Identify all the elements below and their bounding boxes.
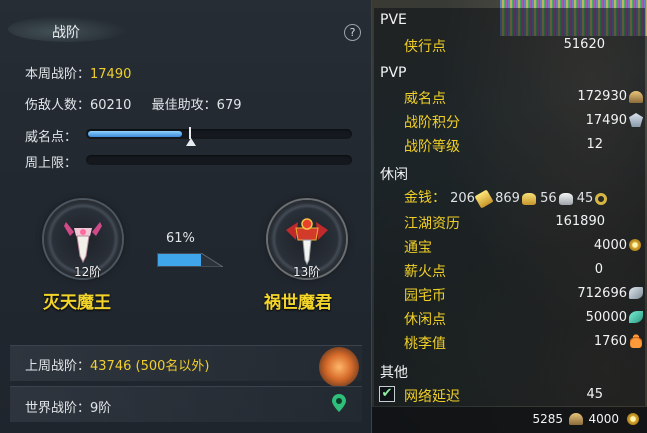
panel-header: 战阶 ? — [0, 0, 372, 48]
next-rank-name: 祸世魔君 — [264, 293, 332, 313]
prestige-bar — [86, 127, 352, 146]
fan-icon — [629, 91, 643, 103]
battle-rank-panel: 战阶 ? 本周战阶：17490 伤敌人数：60210 最佳助攻：679 威名点：… — [0, 0, 372, 433]
prestige-bar-marker — [186, 138, 196, 146]
world-rank-value: 9阶 — [90, 401, 112, 416]
footer-coin-icon — [627, 413, 639, 425]
money-row: 金钱： 206 869 56 45 — [404, 187, 608, 209]
current-rank-name: 灭天魔王 — [43, 293, 111, 313]
help-icon[interactable]: ? — [344, 24, 361, 41]
week-rank-row: 本周战阶：17490 — [25, 63, 131, 82]
pvp-item-label: 战阶等级 — [404, 139, 460, 155]
rank-progress-arrow — [156, 252, 225, 268]
gourd-icon — [630, 334, 642, 348]
world-rank-row: 世界战阶：9阶 — [25, 397, 111, 416]
money-silver: 869 — [495, 191, 520, 206]
panel-title: 战阶 — [52, 25, 80, 41]
pvp-item-label: 战阶积分 — [404, 115, 460, 131]
week-rank-value: 17490 — [90, 67, 132, 82]
feather-icon — [629, 287, 643, 299]
prestige-label: 威名点： — [25, 130, 78, 145]
money-gold: 206 — [450, 191, 475, 206]
last-week-value: 43746 (500名以外) — [90, 359, 210, 374]
weekly-cap-bar — [86, 155, 352, 165]
leisure-item-value: 712696 — [577, 286, 627, 301]
best-assist-label: 最佳助攻： — [151, 98, 217, 113]
world-rank-label: 世界战阶： — [25, 401, 91, 416]
leisure-item-value: 50000 — [585, 310, 627, 325]
pve-header: PVE — [380, 12, 407, 28]
prestige-bar-fill — [88, 131, 182, 137]
other-item-value: 45 — [586, 387, 603, 402]
next-rank-level: 13阶 — [293, 265, 321, 279]
footer-right-value: 4000 — [588, 412, 619, 426]
leisure-item-label: 江湖资历 — [404, 216, 460, 232]
last-week-row: 上周战阶：43746 (500名以外) — [25, 355, 209, 374]
money-copper: 56 — [540, 191, 557, 206]
best-assist-value: 679 — [216, 98, 242, 113]
last-week-label: 上周战阶： — [25, 359, 91, 374]
pvp-item-value: 172930 — [577, 89, 627, 104]
coin-ring-icon — [595, 192, 608, 205]
money-label: 金钱： — [404, 190, 446, 206]
money-coin: 45 — [576, 191, 594, 206]
rank-progress-percent: 61% — [166, 231, 195, 246]
leisure-item-label: 休闲点 — [404, 312, 446, 328]
weekly-cap-label: 周上限： — [25, 156, 78, 171]
leisure-item-value: 1760 — [593, 334, 627, 349]
footer-left-value: 5285 — [532, 412, 563, 426]
stats-row: 伤敌人数：60210 最佳助攻：679 — [25, 94, 242, 113]
silver-ingot-icon — [558, 192, 573, 205]
reward-chest-icon[interactable] — [319, 347, 359, 387]
week-rank-label: 本周战阶： — [25, 67, 91, 82]
rank-progress-bar — [156, 252, 225, 268]
gold-ingot-icon — [521, 192, 536, 205]
leisure-item-label: 通宝 — [404, 240, 432, 256]
currency-panel: PVE 侠行点 51620 PVP 威名点 172930 战阶积分 17490 … — [372, 0, 647, 433]
leisure-header: 休闲 — [380, 167, 408, 183]
leisure-item-value: 4000 — [593, 238, 627, 253]
other-item-label: 网络延迟 — [404, 389, 460, 405]
leisure-item-value: 161890 — [555, 214, 605, 229]
enemies-value: 60210 — [90, 98, 132, 113]
enemies-label: 伤敌人数： — [25, 98, 91, 113]
location-pin-icon[interactable] — [331, 393, 347, 413]
footer-scroll-icon — [569, 413, 583, 425]
pvp-item-value: 12 — [586, 137, 603, 152]
leisure-item-label: 桃李值 — [404, 336, 446, 352]
pve-item-value: 51620 — [563, 37, 605, 52]
coin-icon — [629, 239, 641, 251]
network-latency-checkbox[interactable]: ✔ — [379, 386, 395, 402]
gold-bar-icon — [474, 188, 494, 209]
current-rank-level: 12阶 — [74, 265, 102, 279]
pvp-item-label: 威名点 — [404, 91, 446, 107]
other-header: 其他 — [380, 365, 408, 381]
leisure-item-label: 薪火点 — [404, 264, 446, 280]
pvp-header: PVP — [380, 65, 407, 81]
pve-item-label: 侠行点 — [404, 39, 446, 55]
leisure-item-value: 0 — [594, 262, 603, 277]
pvp-item-value: 17490 — [585, 113, 627, 128]
leisure-item-label: 园宅币 — [404, 288, 446, 304]
